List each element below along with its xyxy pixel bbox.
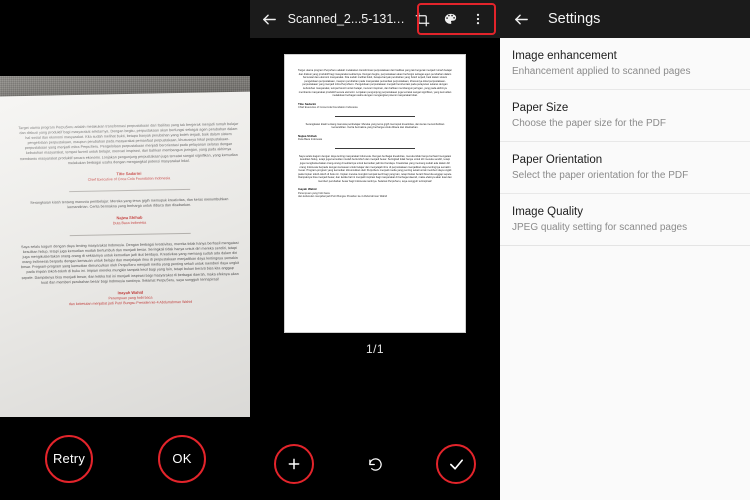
settings-item-desc: Choose the paper size for the PDF (512, 118, 666, 129)
page-signature-1-role: Chief Executive of Coca-Cola Foundation … (298, 106, 358, 110)
more-vertical-icon[interactable] (464, 4, 492, 34)
three-panel-screenshot: Target utama program PerpuSeru adalah me… (0, 0, 750, 500)
settings-item-desc: JPEG quality setting for scanned pages (512, 222, 688, 233)
rotate-left-icon[interactable] (355, 444, 395, 484)
settings-item-image-quality[interactable]: Image Quality JPEG quality setting for s… (500, 193, 750, 245)
ok-button-label: OK (172, 451, 192, 466)
page-divider-2 (334, 147, 416, 149)
settings-item-image-enhancement[interactable]: Image enhancement Enhancement applied to… (500, 38, 750, 89)
settings-item-desc: Enhancement applied to scanned pages (512, 66, 691, 77)
page-divider-1 (334, 115, 416, 117)
doc-paragraph-1: Target utama program PerpuSeru adalah me… (18, 121, 239, 165)
pdf-file-name: Scanned_2...5-1311.pdf (287, 12, 408, 26)
settings-item-label: Image enhancement (512, 50, 617, 62)
back-arrow-icon[interactable] (258, 6, 282, 32)
settings-item-paper-size[interactable]: Paper Size Choose the paper size for the… (500, 89, 750, 141)
settings-list: Image enhancement Enhancement applied to… (500, 38, 750, 246)
doc-divider-2 (69, 232, 191, 237)
pdf-page-stage: Target utama program PerpuSeru adalah me… (250, 38, 500, 456)
camera-viewfinder: Target utama program PerpuSeru adalah me… (0, 74, 250, 417)
crop-icon[interactable] (408, 4, 436, 34)
add-page-button[interactable] (274, 444, 314, 484)
palette-icon[interactable] (436, 4, 464, 34)
camera-preview-panel: Target utama program PerpuSeru adalah me… (0, 0, 250, 500)
settings-title: Settings (548, 11, 601, 27)
page-signature-2-role: Duta Baca Indonesia (298, 138, 323, 142)
settings-item-label: Paper Size (512, 102, 569, 114)
page-paragraph-1: Target utama program PerpuSeru adalah me… (298, 69, 452, 98)
settings-app-bar: Settings (500, 0, 750, 38)
retry-button[interactable]: Retry (45, 434, 93, 483)
doc-paragraph-2: Serangkaian kisah tentang manusia pembel… (30, 196, 229, 210)
camera-action-bar: Retry OK (0, 417, 250, 500)
settings-back-arrow-icon[interactable] (508, 6, 534, 32)
confirm-button[interactable] (436, 444, 476, 484)
editor-app-bar: Scanned_2...5-1311.pdf (250, 0, 500, 38)
settings-item-paper-orientation[interactable]: Paper Orientation Select the paper orien… (500, 141, 750, 193)
ok-button[interactable]: OK (158, 434, 206, 483)
settings-list-end-divider (500, 245, 750, 246)
pdf-editor-panel: Scanned_2...5-1311.pdf Target utama prog… (250, 0, 500, 500)
doc-paragraph-3: Saya selalu kagum dengan daya lenting ma… (21, 240, 240, 285)
doc-divider-1 (68, 188, 190, 192)
retry-button-label: Retry (52, 451, 86, 466)
page-signature-3-role-2: dan kebetulan menjabat jadi Putri Bungsu… (298, 195, 388, 199)
settings-item-label: Paper Orientation (512, 154, 603, 166)
scanned-paper-photo: Target utama program PerpuSeru adalah me… (0, 91, 250, 417)
camera-top-bar (0, 0, 250, 76)
page-paragraph-2: Serangkaian kisah tentang manusia pembel… (305, 122, 445, 130)
page-paragraph-3: Saya selalu kagum dengan daya lenting ma… (298, 154, 453, 183)
editor-bottom-bar (250, 444, 500, 500)
settings-item-label: Image Quality (512, 206, 583, 218)
settings-panel: Settings Image enhancement Enhancement a… (500, 0, 750, 500)
pdf-page-thumbnail[interactable]: Target utama program PerpuSeru adalah me… (284, 54, 466, 333)
editor-actions (408, 4, 492, 34)
page-indicator: 1/1 (366, 342, 384, 356)
settings-item-desc: Select the paper orientation for the PDF (512, 170, 689, 181)
